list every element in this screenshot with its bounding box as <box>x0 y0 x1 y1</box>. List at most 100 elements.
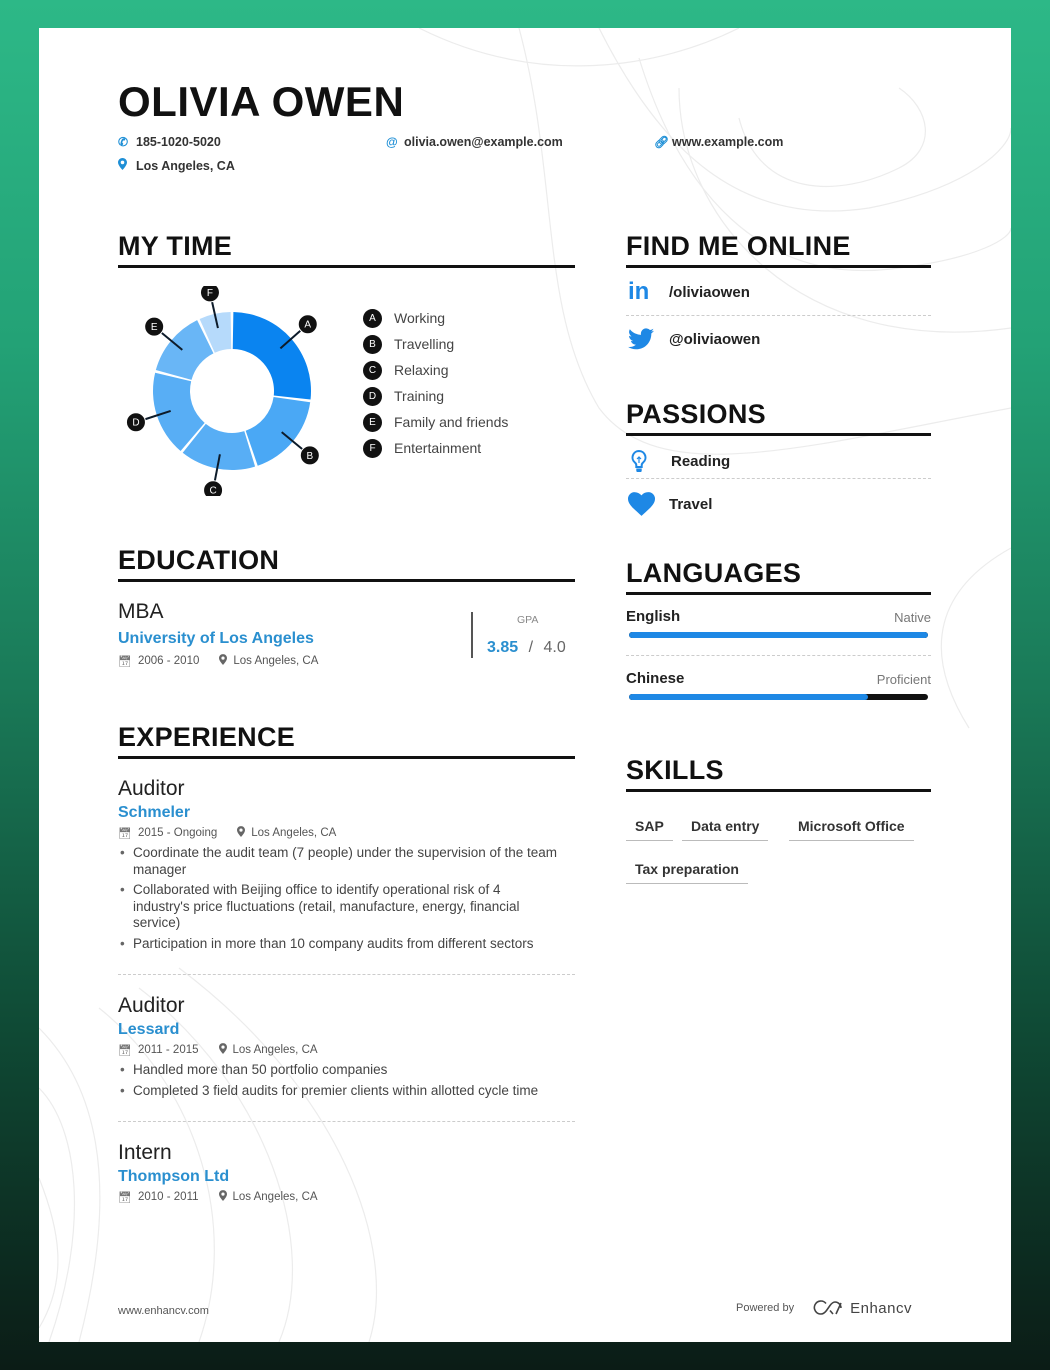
education-degree: MBA <box>118 600 164 623</box>
skills-title: SKILLS <box>626 755 724 785</box>
language-name: English <box>626 608 681 625</box>
gpa-score: 3.85 / 4.0 <box>487 639 566 657</box>
language-item-chinese: Chinese Proficient <box>626 670 931 700</box>
experience-bullet: Handled more than 50 portfolio companies <box>118 1062 578 1079</box>
twitter-link[interactable]: @oliviaowen <box>628 328 760 350</box>
experience-company[interactable]: Thompson Ltd <box>118 1168 578 1186</box>
gpa-label: GPA <box>517 614 539 626</box>
donut-key-label: F <box>207 288 213 299</box>
online-divider <box>626 315 931 316</box>
experience-rule <box>118 756 575 759</box>
legend-label: Working <box>394 310 446 326</box>
experience-divider <box>118 1121 575 1122</box>
my-time-legend: A Working B Travelling C Relaxing D Trai… <box>363 305 508 461</box>
passions-title: PASSIONS <box>626 399 766 429</box>
language-proficiency-bar <box>629 632 928 638</box>
skill-tag: Microsoft Office <box>789 816 914 841</box>
website-text: www.example.com <box>672 135 784 149</box>
twitter-handle: @oliviaowen <box>669 330 761 348</box>
languages-title: LANGUAGES <box>626 558 802 588</box>
footer-website-link[interactable]: www.enhancv.com <box>118 1305 209 1317</box>
experience-role: Auditor <box>118 777 185 800</box>
experience-meta: 📅︎ 2010 - 2011 Los Angeles, CA <box>118 1190 578 1204</box>
experience-meta: 📅︎ 2015 - Ongoing Los Angeles, CA <box>118 826 578 840</box>
my-time-title: MY TIME <box>118 231 233 261</box>
calendar-icon: 📅︎ <box>118 655 132 668</box>
donut-key-label: C <box>209 486 216 496</box>
legend-item-working: A Working <box>363 305 508 331</box>
language-proficiency-fill <box>629 694 869 700</box>
phone-icon: ✆ <box>118 135 129 149</box>
legend-label: Training <box>394 388 445 404</box>
calendar-icon: 📅︎ <box>118 1044 132 1057</box>
legend-label: Entertainment <box>394 440 482 456</box>
experience-bullets: Coordinate the audit team (7 people) und… <box>118 845 558 952</box>
legend-badge: B <box>363 334 382 354</box>
experience-bullets: Handled more than 50 portfolio companies… <box>118 1062 578 1099</box>
experience-item: Auditor Schmeler 📅︎ 2015 - Ongoing Los A… <box>118 777 578 956</box>
location-text: Los Angeles, CA <box>136 158 235 173</box>
lightbulb-icon <box>630 449 671 473</box>
passion-label: Reading <box>671 452 731 470</box>
education-school[interactable]: University of Los Angeles <box>118 630 314 648</box>
map-pin-icon <box>219 654 228 668</box>
phone-text: 185-1020-5020 <box>136 135 221 149</box>
experience-company[interactable]: Lessard <box>118 1021 578 1039</box>
calendar-icon: 📅︎ <box>118 1191 132 1204</box>
experience-role: Intern <box>118 1141 172 1164</box>
experience-meta: 📅︎ 2011 - 2015 Los Angeles, CA <box>118 1043 578 1057</box>
location-contact: Los Angeles, CA <box>118 158 235 173</box>
map-pin-icon <box>218 1190 227 1204</box>
experience-bullet: Collaborated with Beijing office to iden… <box>118 882 558 932</box>
powered-by-label: Powered by <box>736 1302 795 1314</box>
legend-badge: E <box>363 412 382 432</box>
skill-tag: Tax preparation <box>626 859 748 884</box>
legend-label: Family and friends <box>394 414 509 430</box>
phone-contact[interactable]: ✆ 185-1020-5020 <box>118 135 221 149</box>
experience-dates: 2011 - 2015 <box>137 1044 199 1056</box>
experience-company[interactable]: Schmeler <box>118 804 578 822</box>
email-text: olivia.owen@example.com <box>404 135 563 149</box>
experience-role: Auditor <box>118 994 185 1017</box>
experience-location: Los Angeles, CA <box>232 1044 318 1056</box>
gpa-max: 4.0 <box>543 639 566 656</box>
find-me-online-rule <box>626 265 931 268</box>
experience-item: Auditor Lessard 📅︎ 2011 - 2015 Los Angel… <box>118 994 578 1103</box>
twitter-icon <box>628 328 669 350</box>
my-time-donut-chart: A B C D E F <box>125 286 320 496</box>
language-item-english: English Native <box>626 608 931 638</box>
education-meta: 📅︎ 2006 - 2010 Los Angeles, CA <box>118 654 318 668</box>
skill-label: Tax preparation <box>626 861 748 884</box>
experience-bullet: Participation in more than 10 company au… <box>118 936 558 953</box>
skill-label: Microsoft Office <box>789 818 914 841</box>
legend-label: Relaxing <box>394 362 449 378</box>
legend-item-family-and-friends: E Family and friends <box>363 409 508 435</box>
donut-key-label: E <box>151 322 158 333</box>
education-location: Los Angeles, CA <box>233 655 319 667</box>
map-pin-icon <box>118 158 136 173</box>
skill-tag: Data entry <box>682 816 769 841</box>
language-proficiency-bar <box>629 694 928 700</box>
experience-bullet: Coordinate the audit team (7 people) und… <box>118 845 558 878</box>
legend-badge: D <box>363 386 382 406</box>
passion-label: Travel <box>669 495 713 513</box>
candidate-name: OLIVIA OWEN <box>118 78 405 125</box>
education-title: EDUCATION <box>118 545 280 575</box>
link-icon: 🔗︎ <box>654 135 670 149</box>
legend-badge: F <box>363 438 382 458</box>
language-divider <box>626 655 931 656</box>
legend-badge: A <box>363 308 382 328</box>
education-rule <box>118 579 575 582</box>
map-pin-icon <box>218 1043 227 1057</box>
legend-item-travelling: B Travelling <box>363 331 508 357</box>
experience-divider <box>118 974 575 975</box>
website-contact[interactable]: 🔗︎ www.example.com <box>654 135 783 149</box>
linkedin-link[interactable]: in /oliviaowen <box>628 280 750 304</box>
email-contact[interactable]: @ olivia.owen@example.com <box>386 135 563 149</box>
experience-dates: 2010 - 2011 <box>137 1191 199 1203</box>
passion-item-travel: Travel <box>628 492 712 516</box>
legend-item-entertainment: F Entertainment <box>363 435 508 461</box>
language-proficiency-fill <box>629 632 928 638</box>
skill-tag: SAP <box>626 816 673 841</box>
footer-powered-by[interactable]: Powered by Enhancv <box>736 1299 912 1317</box>
